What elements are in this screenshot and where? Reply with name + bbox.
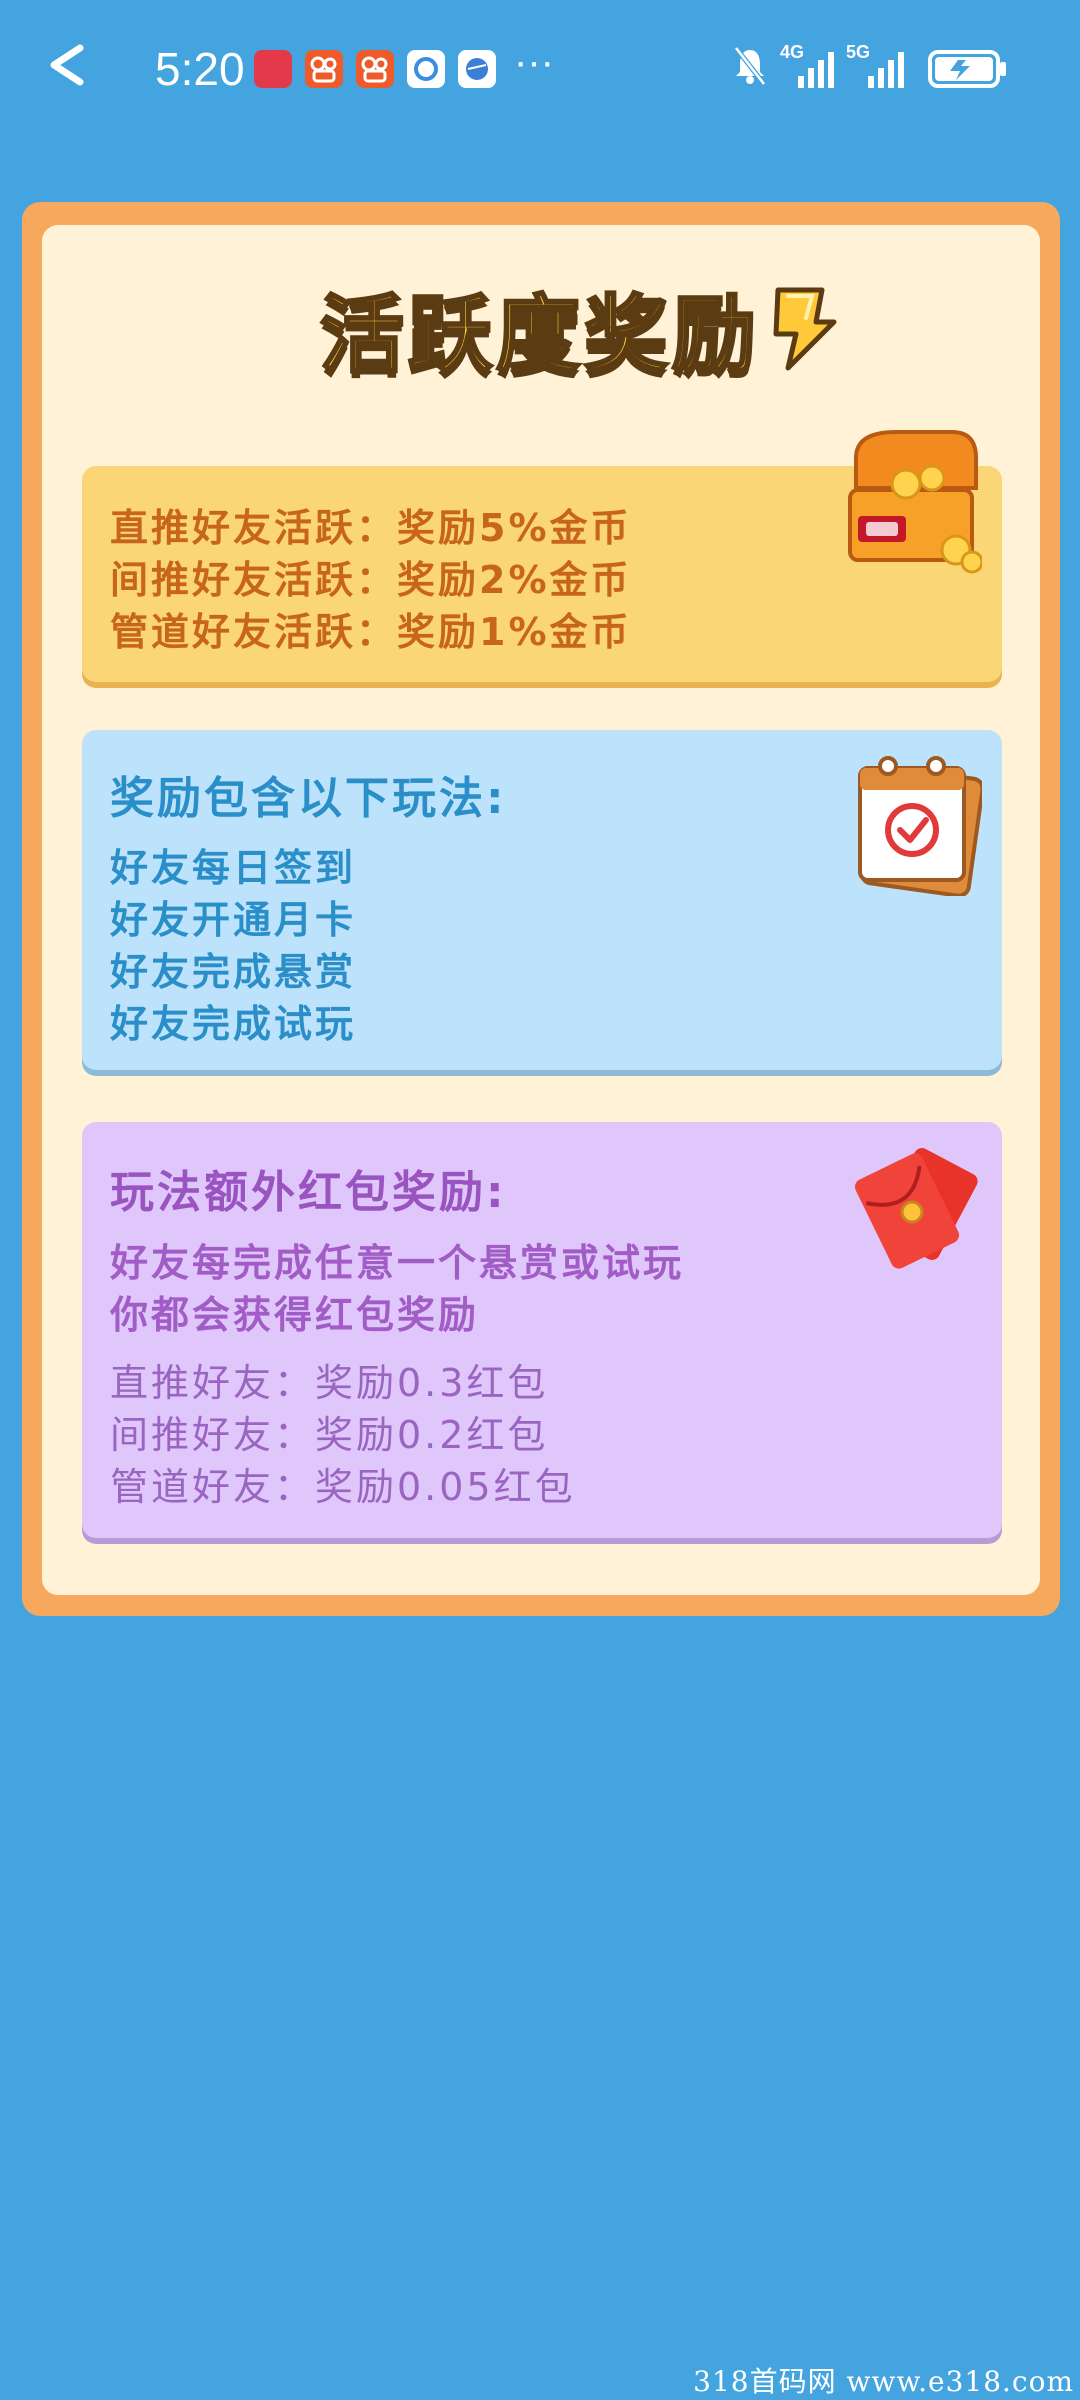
signal-icon — [798, 52, 834, 88]
gameplay-title: 奖励包含以下玩法: — [110, 773, 507, 824]
red-packet-pipeline: 管道好友：奖励0.05红包 — [110, 1465, 576, 1509]
watermark: 318首码网 www.e318.com — [693, 2365, 1074, 2398]
active-reward-indirect: 间推好友活跃：奖励2%金币 — [110, 558, 632, 602]
red-packet-title: 玩法额外红包奖励: — [110, 1167, 507, 1218]
huawei-app-icon — [254, 50, 292, 88]
lightning-bolt-icon — [773, 287, 837, 371]
signal-5g: 5G — [846, 42, 916, 92]
red-packet-indirect: 间推好友：奖励0.2红包 — [110, 1413, 549, 1457]
mute-bell-icon — [734, 46, 766, 86]
status-bar: 5:20 ··· 4G 5G — [0, 0, 1080, 140]
gameplay-item: 好友开通月卡 — [110, 898, 357, 942]
red-envelope-icon — [854, 1148, 978, 1269]
back-arrow-icon[interactable] — [42, 40, 92, 90]
signal-icon — [868, 52, 904, 88]
page-title: 活跃度奖励 — [318, 285, 760, 386]
treasure-chest-icon — [848, 430, 982, 574]
active-reward-direct: 直推好友活跃：奖励5%金币 — [110, 506, 632, 550]
browser-icon — [458, 50, 496, 88]
red-packet-desc: 好友每完成任意一个悬赏或试玩 — [110, 1241, 685, 1285]
calendar-check-icon — [858, 756, 982, 896]
red-packet-desc: 你都会获得红包奖励 — [110, 1293, 480, 1337]
kuaishou-icon — [305, 50, 343, 88]
more-notifications-icon: ··· — [514, 40, 554, 84]
active-reward-pipeline: 管道好友活跃：奖励1%金币 — [110, 610, 632, 654]
signal-4g: 4G — [780, 42, 840, 92]
red-packet-direct: 直推好友：奖励0.3红包 — [110, 1361, 549, 1405]
battery-charging-icon — [928, 50, 1006, 88]
gameplay-item: 好友每日签到 — [110, 846, 357, 890]
weather-icon — [407, 50, 445, 88]
gameplay-item: 好友完成悬赏 — [110, 950, 357, 994]
status-time: 5:20 — [155, 43, 245, 95]
kuaishou-icon — [356, 50, 394, 88]
gameplay-item: 好友完成试玩 — [110, 1002, 357, 1046]
